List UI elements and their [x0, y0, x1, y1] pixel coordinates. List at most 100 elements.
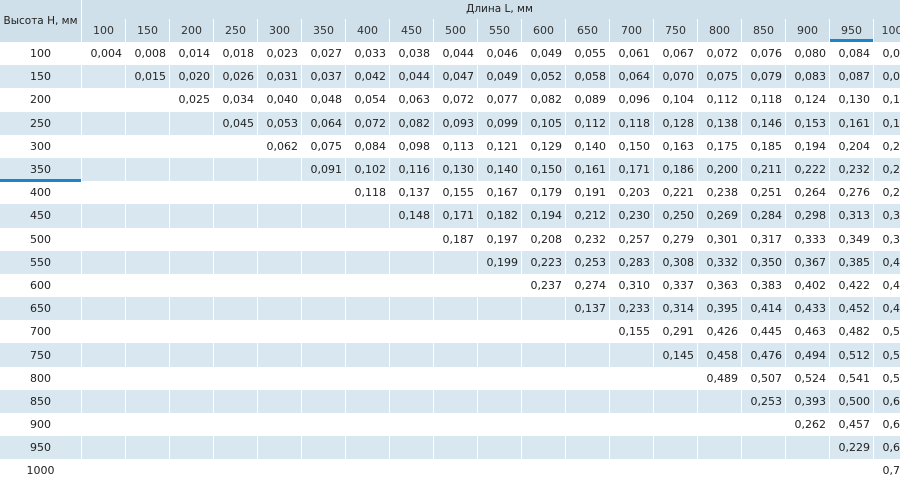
table-cell [82, 459, 125, 482]
table-cell [82, 228, 125, 251]
column-header-400: 400 [346, 19, 389, 42]
table-cell: 0,237 [530, 278, 563, 292]
table-cell [126, 343, 169, 367]
table-cell: 0,008 [134, 47, 167, 61]
table-cell: 0,072 [346, 111, 389, 135]
table-cell: 0,179 [530, 186, 563, 200]
table-cell [258, 297, 301, 321]
table-cell [170, 204, 213, 228]
table-cell: 0,124 [794, 93, 827, 107]
table-cell: 0,238 [706, 186, 739, 200]
table-cell: 0,257 [618, 232, 651, 246]
table-cell: 0,284 [742, 204, 785, 228]
table-cell [302, 436, 345, 460]
table-cell [214, 297, 257, 321]
table-cell: 0,233 [610, 297, 653, 321]
table-cell: 0,167 [486, 186, 519, 200]
table-cell: 0,098 [398, 139, 431, 153]
table-cell [654, 389, 697, 413]
table-cell: 0,155 [442, 186, 475, 200]
table-cell [82, 88, 125, 111]
table-cell: 0,063 [398, 93, 431, 107]
table-cell: 0,452 [830, 297, 873, 321]
table-cell: 0,314 [654, 297, 697, 321]
table-cell [214, 228, 257, 251]
table-cell [214, 135, 257, 158]
table-cell: 0,113 [442, 139, 475, 153]
table-cell: 0,137 [398, 186, 431, 200]
row-label-100: 100 [30, 47, 51, 61]
table-cell: 0,168 [874, 111, 900, 135]
table-cell [478, 297, 521, 321]
table-cell: 0,251 [750, 186, 783, 200]
table-cell: 0,138 [698, 111, 741, 135]
table-cell [302, 204, 345, 228]
table-cell [258, 413, 301, 436]
table-cell: 0,243 [874, 157, 900, 182]
table-cell: 0,049 [530, 47, 563, 61]
table-cell: 0,349 [838, 232, 871, 246]
table-cell: 0,161 [566, 157, 609, 182]
table-cell: 0,171 [610, 157, 653, 182]
table-cell [258, 367, 301, 390]
table-cell [82, 297, 125, 321]
table-cell: 0,161 [830, 111, 873, 135]
table-cell [390, 320, 433, 343]
table-cell [82, 367, 125, 390]
column-header-650: 650 [566, 19, 609, 42]
table-cell: 0,018 [222, 47, 255, 61]
table-cell [478, 367, 521, 390]
table-cell: 0,087 [830, 65, 873, 89]
table-cell: 0,102 [346, 157, 389, 182]
table-cell: 0,093 [434, 111, 477, 135]
table-cell [302, 413, 345, 436]
table-cell [214, 320, 257, 343]
table-cell: 0,091 [302, 157, 345, 182]
table-cell: 0,403 [874, 250, 900, 274]
table-cell [170, 135, 213, 158]
table-cell: 0,367 [786, 250, 829, 274]
table-cell [522, 459, 565, 482]
table-cell [390, 228, 433, 251]
table-cell: 0,203 [618, 186, 651, 200]
row-label-850: 850 [0, 389, 81, 413]
table-cell: 0,204 [838, 139, 871, 153]
table-cell: 0,020 [170, 65, 213, 89]
table-cell [522, 320, 565, 343]
table-cell [566, 459, 609, 482]
table-cell: 0,476 [742, 343, 785, 367]
table-cell [126, 135, 169, 158]
table-cell: 0,383 [750, 278, 783, 292]
table-cell [742, 436, 785, 460]
table-cell [126, 157, 169, 182]
table-cell [82, 204, 125, 228]
table-cell [346, 320, 389, 343]
table-cell [346, 250, 389, 274]
table-cell: 0,076 [750, 47, 783, 61]
table-cell [214, 413, 257, 436]
table-cell: 0,458 [698, 343, 741, 367]
table-cell [522, 413, 565, 436]
table-cell [434, 297, 477, 321]
table-cell [258, 204, 301, 228]
table-cell: 0,182 [478, 204, 521, 228]
table-cell: 0,140 [478, 157, 521, 182]
table-cell: 0,230 [610, 204, 653, 228]
table-cell [390, 459, 433, 482]
table-cell: 0,155 [618, 325, 651, 339]
row-label-800: 800 [30, 371, 51, 385]
table-cell: 0,136 [882, 93, 900, 107]
table-cell: 0,061 [618, 47, 651, 61]
table-cell: 0,200 [698, 157, 741, 182]
table-cell [698, 389, 741, 413]
table-cell: 0,091 [874, 65, 900, 89]
table-cell: 0,253 [566, 250, 609, 274]
table-cell: 0,363 [706, 278, 739, 292]
table-cell [478, 274, 521, 297]
table-cell: 0,072 [442, 93, 475, 107]
table-cell: 0,327 [874, 204, 900, 228]
table-cell [214, 157, 257, 182]
table-cell [390, 389, 433, 413]
table-cell: 0,153 [786, 111, 829, 135]
table-cell: 0,213 [882, 139, 900, 153]
